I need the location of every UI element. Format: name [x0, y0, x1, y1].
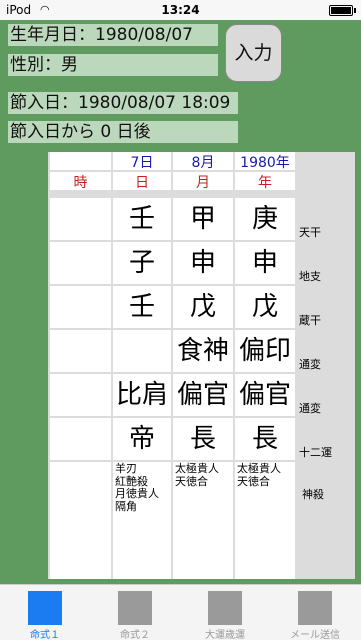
header-year-value: 1980年 [235, 152, 295, 171]
shinsatsu-month: 太極貴人 天徳合 [175, 462, 219, 488]
tsuhen2-hour [50, 374, 111, 416]
juniun-hour [50, 418, 111, 460]
zoukan-month: 戊 [173, 286, 233, 328]
status-bar: iPod ◠ 13:24 [0, 0, 361, 20]
header-hour: 時 [50, 172, 111, 191]
row-label-zoukan: 蔵干 [299, 314, 321, 327]
row-label-tsuhen-1: 通変 [299, 358, 321, 371]
clock: 13:24 [161, 3, 200, 17]
header-year: 年 [235, 172, 295, 191]
row-label-chishi: 地支 [299, 270, 321, 283]
juniun-year: 長 [235, 418, 295, 460]
tsuhen1-day [113, 330, 171, 372]
branch-month: 申 [173, 242, 233, 284]
meishiki-table: 7日 8月 1980年 時 日 月 年 壬 甲 庚 天干 子 申 申 地支 壬 … [48, 152, 355, 579]
tab-meishiki-1[interactable]: 命式１ [0, 585, 90, 640]
tsuhen2-day: 比肩 [113, 374, 171, 416]
row-label-tenkan: 天干 [299, 226, 321, 239]
input-button[interactable]: 入力 [225, 24, 282, 82]
shinsatsu-day: 羊刃 紅艶殺 月徳貴人 隔角 [115, 462, 159, 513]
branch-day: 子 [113, 242, 171, 284]
stem-day: 壬 [113, 198, 171, 240]
tsuhen1-year: 偏印 [235, 330, 295, 372]
shinsatsu-hour [50, 462, 111, 579]
birthdate-field[interactable]: 生年月日：1980/08/07 [8, 24, 218, 46]
tab-taiun-saiun-label: 大運歳運 [205, 630, 245, 640]
tsuhen1-month: 食神 [173, 330, 233, 372]
setsuiri-field: 節入日：1980/08/07 18:09 [8, 92, 238, 114]
row-label-shinsatsu: 神殺 [302, 488, 324, 501]
after-setsuiri-field: 節入日から 0 日後 [8, 121, 238, 143]
juniun-month: 長 [173, 418, 233, 460]
header-day-value: 7日 [113, 152, 171, 171]
tsuhen1-hour [50, 330, 111, 372]
stem-month: 甲 [173, 198, 233, 240]
tab-meishiki-1-icon [28, 591, 62, 625]
tab-mail-label: メール送信 [290, 630, 340, 640]
tab-mail-icon [298, 591, 332, 625]
shinsatsu-year: 太極貴人 天徳合 [237, 462, 281, 488]
header-day: 日 [113, 172, 171, 191]
branch-year: 申 [235, 242, 295, 284]
battery-icon [329, 5, 353, 16]
row-label-juniun: 十二運 [299, 446, 332, 459]
row-label-tsuhen-2: 通変 [299, 402, 321, 415]
tab-meishiki-2-icon [118, 591, 152, 625]
header-month-value: 8月 [173, 152, 233, 171]
tab-taiun-saiun[interactable]: 大運歳運 [180, 585, 270, 640]
stem-hour[interactable] [50, 198, 111, 240]
tab-meishiki-2[interactable]: 命式２ [90, 585, 180, 640]
tab-taiun-saiun-icon [208, 591, 242, 625]
tab-mail[interactable]: メール送信 [270, 585, 360, 640]
gender-field[interactable]: 性別：男 [8, 54, 218, 76]
tab-meishiki-1-label: 命式１ [30, 630, 60, 640]
juniun-day: 帝 [113, 418, 171, 460]
header-blank [50, 152, 111, 170]
zoukan-year: 戊 [235, 286, 295, 328]
tab-bar: 命式１ 命式２ 大運歳運 メール送信 [0, 584, 361, 640]
tsuhen2-month: 偏官 [173, 374, 233, 416]
tab-meishiki-2-label: 命式２ [120, 630, 150, 640]
tsuhen2-year: 偏官 [235, 374, 295, 416]
branch-hour[interactable] [50, 242, 111, 284]
battery-nub [354, 8, 356, 13]
zoukan-day: 壬 [113, 286, 171, 328]
header-month: 月 [173, 172, 233, 191]
stem-year: 庚 [235, 198, 295, 240]
zoukan-hour [50, 286, 111, 328]
